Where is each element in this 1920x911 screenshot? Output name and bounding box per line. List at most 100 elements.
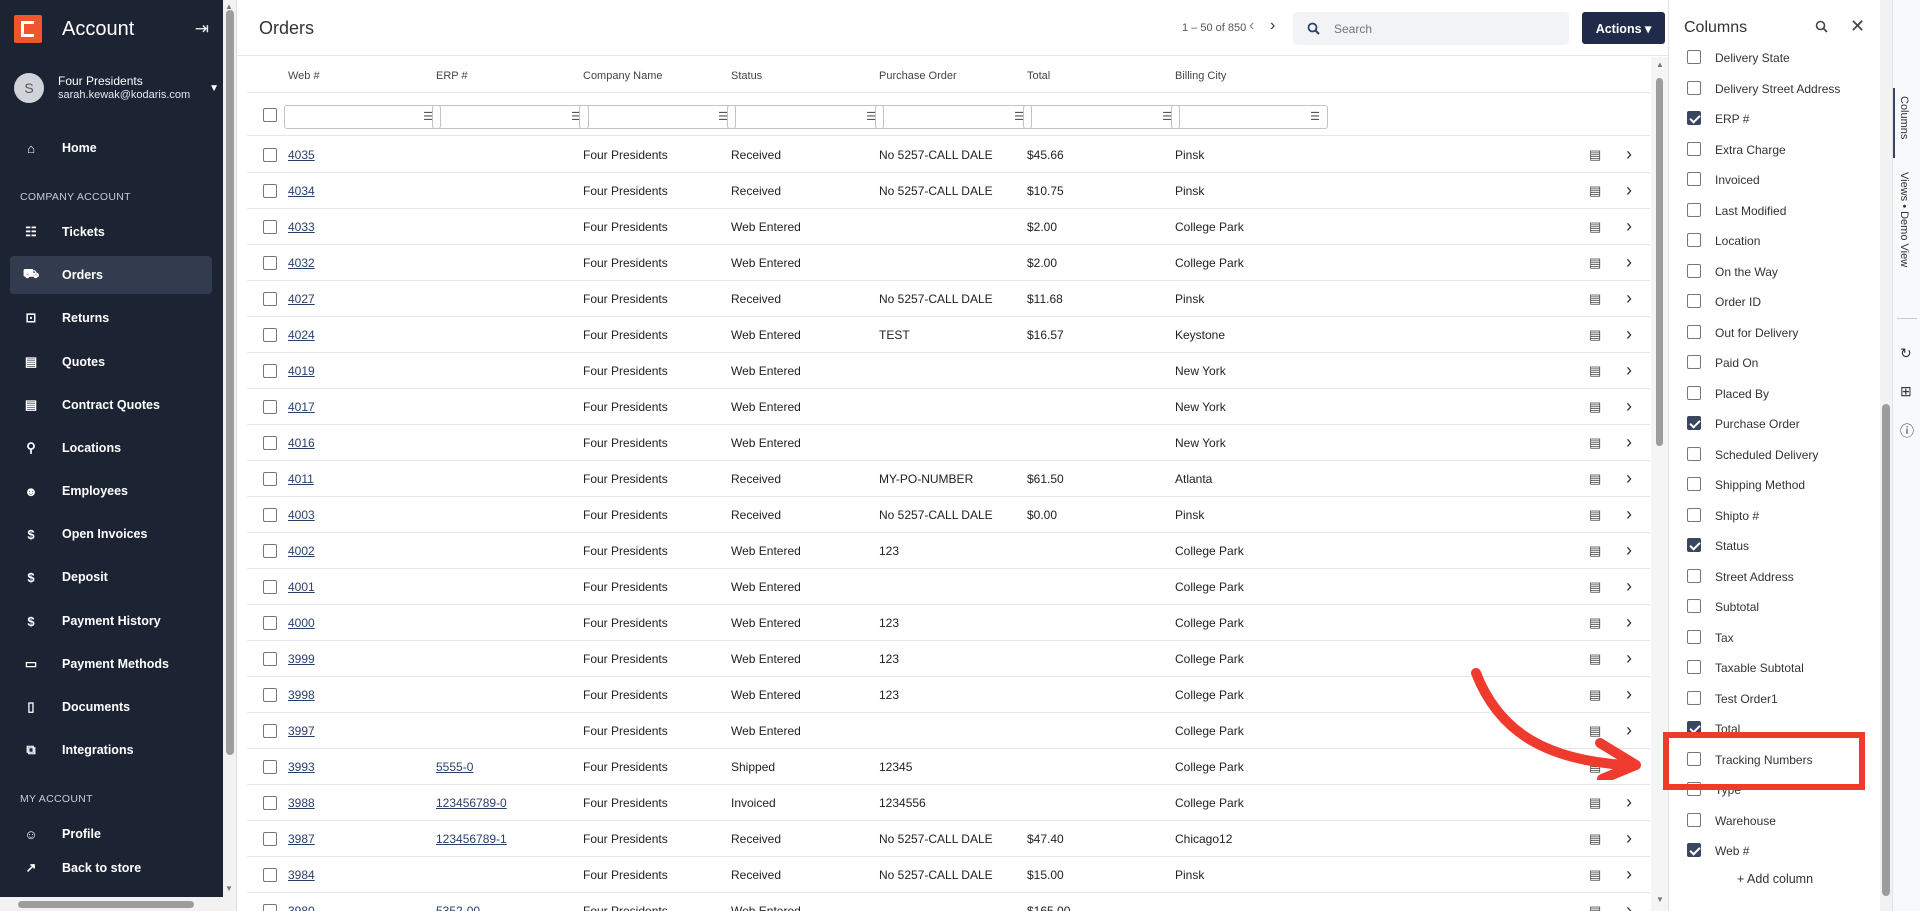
table-row[interactable]: 4017 Four Presidents Web Entered New York ▤ › — [247, 389, 1650, 425]
sidebar-horizontal-scrollbar[interactable] — [0, 897, 223, 911]
order-link[interactable]: 4000 — [288, 616, 315, 630]
sidebar-item-contract-quotes[interactable]: ▤ Contract Quotes — [10, 386, 212, 424]
chevron-right-icon[interactable]: › — [1626, 468, 1632, 489]
row-checkbox[interactable] — [263, 724, 277, 738]
scroll-down-icon[interactable]: ▼ — [1656, 895, 1664, 904]
scroll-up-icon[interactable]: ▲ — [1656, 60, 1664, 69]
message-icon[interactable]: ▤ — [1589, 255, 1601, 271]
column-checkbox[interactable] — [1687, 385, 1701, 400]
column-checkbox[interactable] — [1687, 50, 1701, 64]
column-option[interactable]: Extra Charge — [1669, 135, 1881, 165]
message-icon[interactable]: ▤ — [1589, 219, 1601, 235]
column-option[interactable]: Delivery State — [1669, 46, 1881, 73]
row-checkbox[interactable] — [263, 220, 277, 234]
table-row[interactable]: 3998 Four Presidents Web Entered 123 College… — [247, 677, 1650, 713]
horizontal-scroll-thumb[interactable] — [18, 901, 194, 908]
message-icon[interactable]: ▤ — [1589, 831, 1601, 847]
column-filter-input[interactable]: ☰ — [875, 105, 1032, 129]
table-row[interactable]: 4035 Four Presidents Received No 5257-CALL … — [247, 137, 1650, 173]
order-link[interactable]: 4024 — [288, 328, 315, 342]
order-link[interactable]: 4002 — [288, 544, 315, 558]
order-link[interactable]: 4033 — [288, 220, 315, 234]
column-option[interactable]: Tax — [1669, 623, 1881, 653]
order-link[interactable]: 4019 — [288, 364, 315, 378]
column-option[interactable]: Purchase Order — [1669, 409, 1881, 439]
table-row[interactable]: 4003 Four Presidents Received No 5257-CALL … — [247, 497, 1650, 533]
table-row[interactable]: 3999 Four Presidents Web Entered 123 College… — [247, 641, 1650, 677]
sidebar-item-profile[interactable]: ☺ Profile — [10, 815, 212, 853]
order-link[interactable]: 4011 — [288, 472, 314, 486]
row-checkbox[interactable] — [263, 148, 277, 162]
table-row[interactable]: 4024 Four Presidents Web Entered TEST $16.57… — [247, 317, 1650, 353]
back-to-store-link[interactable]: ↗ Back to store — [10, 849, 212, 887]
chevron-right-icon[interactable]: › — [1626, 900, 1632, 911]
erp-link[interactable]: 5352-00 — [436, 904, 480, 911]
message-icon[interactable]: ▤ — [1589, 147, 1601, 163]
column-checkbox[interactable] — [1687, 324, 1701, 339]
message-icon[interactable]: ▤ — [1589, 579, 1601, 595]
column-checkbox[interactable] — [1687, 660, 1701, 674]
refresh-icon[interactable]: ↻ — [1900, 345, 1912, 362]
table-row[interactable]: 4000 Four Presidents Web Entered 123 College… — [247, 605, 1650, 641]
search-icon[interactable] — [1815, 20, 1828, 33]
column-header[interactable]: ERP # — [436, 70, 468, 82]
column-checkbox[interactable] — [1687, 294, 1701, 308]
sidebar-item-returns[interactable]: ⊡ Returns — [10, 299, 212, 337]
help-icon[interactable]: ⓘ — [1900, 421, 1914, 441]
table-row[interactable]: 4001 Four Presidents Web Entered College Pa… — [247, 569, 1650, 605]
sidebar-item-open-invoices[interactable]: $ Open Invoices — [10, 515, 212, 553]
sidebar-item-payment-history[interactable]: $ Payment History — [10, 602, 212, 640]
chevron-right-icon[interactable]: › — [1626, 360, 1632, 381]
sidebar-item-documents[interactable]: ▯ Documents — [10, 688, 212, 726]
column-option[interactable]: Placed By — [1669, 379, 1881, 409]
order-link[interactable]: 4034 — [288, 184, 315, 198]
grid-scroll-thumb[interactable] — [1656, 78, 1663, 446]
column-option[interactable]: Web # — [1669, 836, 1881, 866]
sidebar-item-payment-methods[interactable]: ▭ Payment Methods — [10, 645, 212, 683]
column-option[interactable]: Last Modified — [1669, 196, 1881, 226]
row-checkbox[interactable] — [263, 256, 277, 270]
column-checkbox[interactable] — [1687, 80, 1701, 95]
row-checkbox[interactable] — [263, 292, 277, 306]
message-icon[interactable]: ▤ — [1589, 399, 1601, 415]
row-checkbox[interactable] — [263, 616, 277, 630]
row-checkbox[interactable] — [263, 544, 277, 558]
select-all-checkbox[interactable] — [263, 108, 277, 122]
message-icon[interactable]: ▤ — [1589, 615, 1601, 631]
column-header[interactable]: Total — [1027, 70, 1050, 82]
table-row[interactable]: 3997 Four Presidents Web Entered College Pa… — [247, 713, 1650, 749]
chevron-right-icon[interactable]: › — [1626, 504, 1632, 525]
chevron-right-icon[interactable]: › — [1626, 396, 1632, 417]
table-row[interactable]: 3984 Four Presidents Received No 5257-CALL … — [247, 857, 1650, 893]
actions-button[interactable]: Actions ▾ — [1582, 12, 1665, 44]
sidebar-item-tickets[interactable]: ☷ Tickets — [10, 213, 212, 251]
order-link[interactable]: 3993 — [288, 760, 315, 774]
column-option[interactable]: Out for Delivery — [1669, 318, 1881, 348]
column-option[interactable]: Paid On — [1669, 348, 1881, 378]
search-box[interactable] — [1293, 12, 1569, 45]
column-filter-input[interactable]: ☰ — [432, 105, 589, 129]
table-row[interactable]: 4027 Four Presidents Received No 5257-CALL … — [247, 281, 1650, 317]
column-option[interactable]: Scheduled Delivery — [1669, 440, 1881, 470]
column-option[interactable]: Taxable Subtotal — [1669, 653, 1881, 683]
message-icon[interactable]: ▤ — [1589, 903, 1601, 911]
order-link[interactable]: 3998 — [288, 688, 315, 702]
next-page-icon[interactable]: › — [1270, 17, 1275, 35]
chevron-right-icon[interactable]: › — [1626, 324, 1632, 345]
row-checkbox[interactable] — [263, 364, 277, 378]
table-row[interactable]: 4019 Four Presidents Web Entered New York ▤ › — [247, 353, 1650, 389]
column-filter-input[interactable]: ☰ — [579, 105, 736, 129]
exit-icon[interactable]: ⇥ — [195, 19, 209, 39]
sidebar-item-quotes[interactable]: ▤ Quotes — [10, 343, 212, 381]
sidebar-scrollbar[interactable]: ▲ ▼ — [223, 0, 237, 911]
column-option[interactable]: Test Order1 — [1669, 684, 1881, 714]
chevron-right-icon[interactable]: › — [1626, 216, 1632, 237]
table-row[interactable]: 4032 Four Presidents Web Entered $2.00 Colle… — [247, 245, 1650, 281]
column-checkbox[interactable] — [1687, 233, 1701, 247]
sidebar-scroll-thumb[interactable] — [226, 10, 234, 755]
column-checkbox[interactable] — [1687, 141, 1701, 156]
order-link[interactable]: 3984 — [288, 868, 315, 882]
row-checkbox[interactable] — [263, 472, 277, 486]
column-filter-input[interactable]: ☰ — [727, 105, 884, 129]
column-checkbox[interactable] — [1687, 202, 1701, 217]
